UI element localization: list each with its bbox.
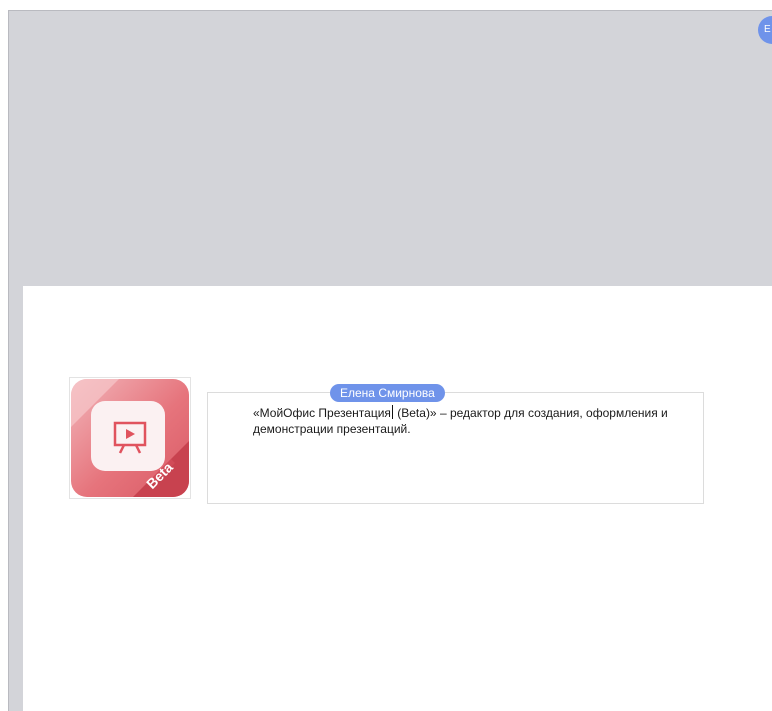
image-object[interactable]: Beta xyxy=(69,377,191,499)
text-paragraph[interactable]: «МойОфис Презентация (Beta)» – редактор … xyxy=(253,405,693,437)
presentation-app-icon: Beta xyxy=(71,379,189,497)
presentation-icon-graphic: Beta xyxy=(71,379,189,497)
text-box[interactable]: «МойОфис Презентация (Beta)» – редактор … xyxy=(207,392,704,504)
text-cursor xyxy=(391,405,393,419)
text-before-cursor: «МойОфис Презентация xyxy=(253,406,391,420)
collaborator-avatar-initial: Е xyxy=(764,24,771,35)
collaborator-cursor-label: Елена Смирнова xyxy=(330,384,445,402)
